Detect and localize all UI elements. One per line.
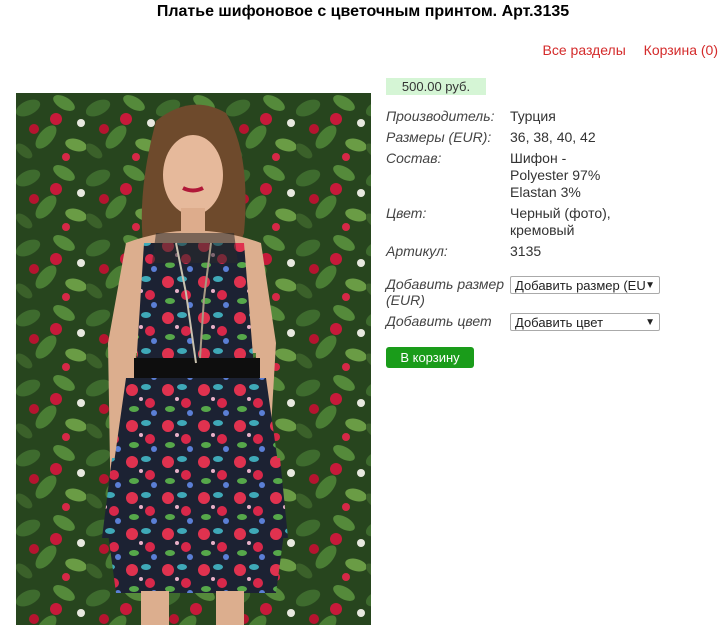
spec-row-sizes: Размеры (EUR): 36, 38, 40, 42 (386, 129, 630, 146)
spec-value: Турция (510, 108, 556, 124)
spec-label: Цвет: (386, 205, 427, 221)
spec-row-article: Артикул: 3135 (386, 243, 630, 260)
all-sections-link[interactable]: Все разделы (543, 42, 626, 58)
spec-value: 3135 (510, 243, 542, 259)
chevron-down-icon: ▼ (645, 317, 655, 328)
spec-row-color: Цвет: Черный (фото), кремовый (386, 205, 630, 239)
cart-link[interactable]: Корзина (0) (644, 42, 718, 58)
spec-value: 36, 38, 40, 42 (510, 129, 596, 145)
price-badge: 500.00 руб. (386, 78, 486, 95)
add-size-row: Добавить размер (EUR) Добавить размер (E… (386, 276, 660, 308)
add-color-row: Добавить цвет Добавить цвет ▼ (386, 313, 660, 331)
size-select[interactable]: Добавить размер (EUR) ▼ (510, 276, 660, 294)
spec-value: Шифон - Polyester 97% Elastan 3% (510, 150, 601, 200)
color-select[interactable]: Добавить цвет ▼ (510, 313, 660, 331)
spec-row-composition: Состав: Шифон - Polyester 97% Elastan 3% (386, 150, 630, 201)
page-title: Платье шифоновое с цветочным принтом. Ар… (156, 3, 570, 20)
spec-label: Размеры (EUR): (386, 129, 492, 145)
spec-label: Артикул: (386, 243, 448, 259)
spec-label: Производитель: (386, 108, 495, 124)
product-specs: Производитель: Турция Размеры (EUR): 36,… (386, 108, 630, 264)
add-color-label: Добавить цвет (386, 313, 492, 329)
product-photo[interactable] (16, 93, 371, 625)
spec-value: Черный (фото), кремовый (510, 205, 611, 238)
add-size-label: Добавить размер (EUR) (386, 276, 505, 308)
spec-row-manufacturer: Производитель: Турция (386, 108, 630, 125)
chevron-down-icon: ▼ (645, 280, 655, 291)
product-image (16, 93, 371, 625)
spec-label: Состав: (386, 150, 442, 166)
top-nav: Все разделы Корзина (0) (529, 42, 718, 58)
size-select-value: Добавить размер (EUR) (515, 278, 645, 293)
add-to-cart-button[interactable]: В корзину (386, 347, 474, 368)
color-select-value: Добавить цвет (515, 315, 604, 330)
